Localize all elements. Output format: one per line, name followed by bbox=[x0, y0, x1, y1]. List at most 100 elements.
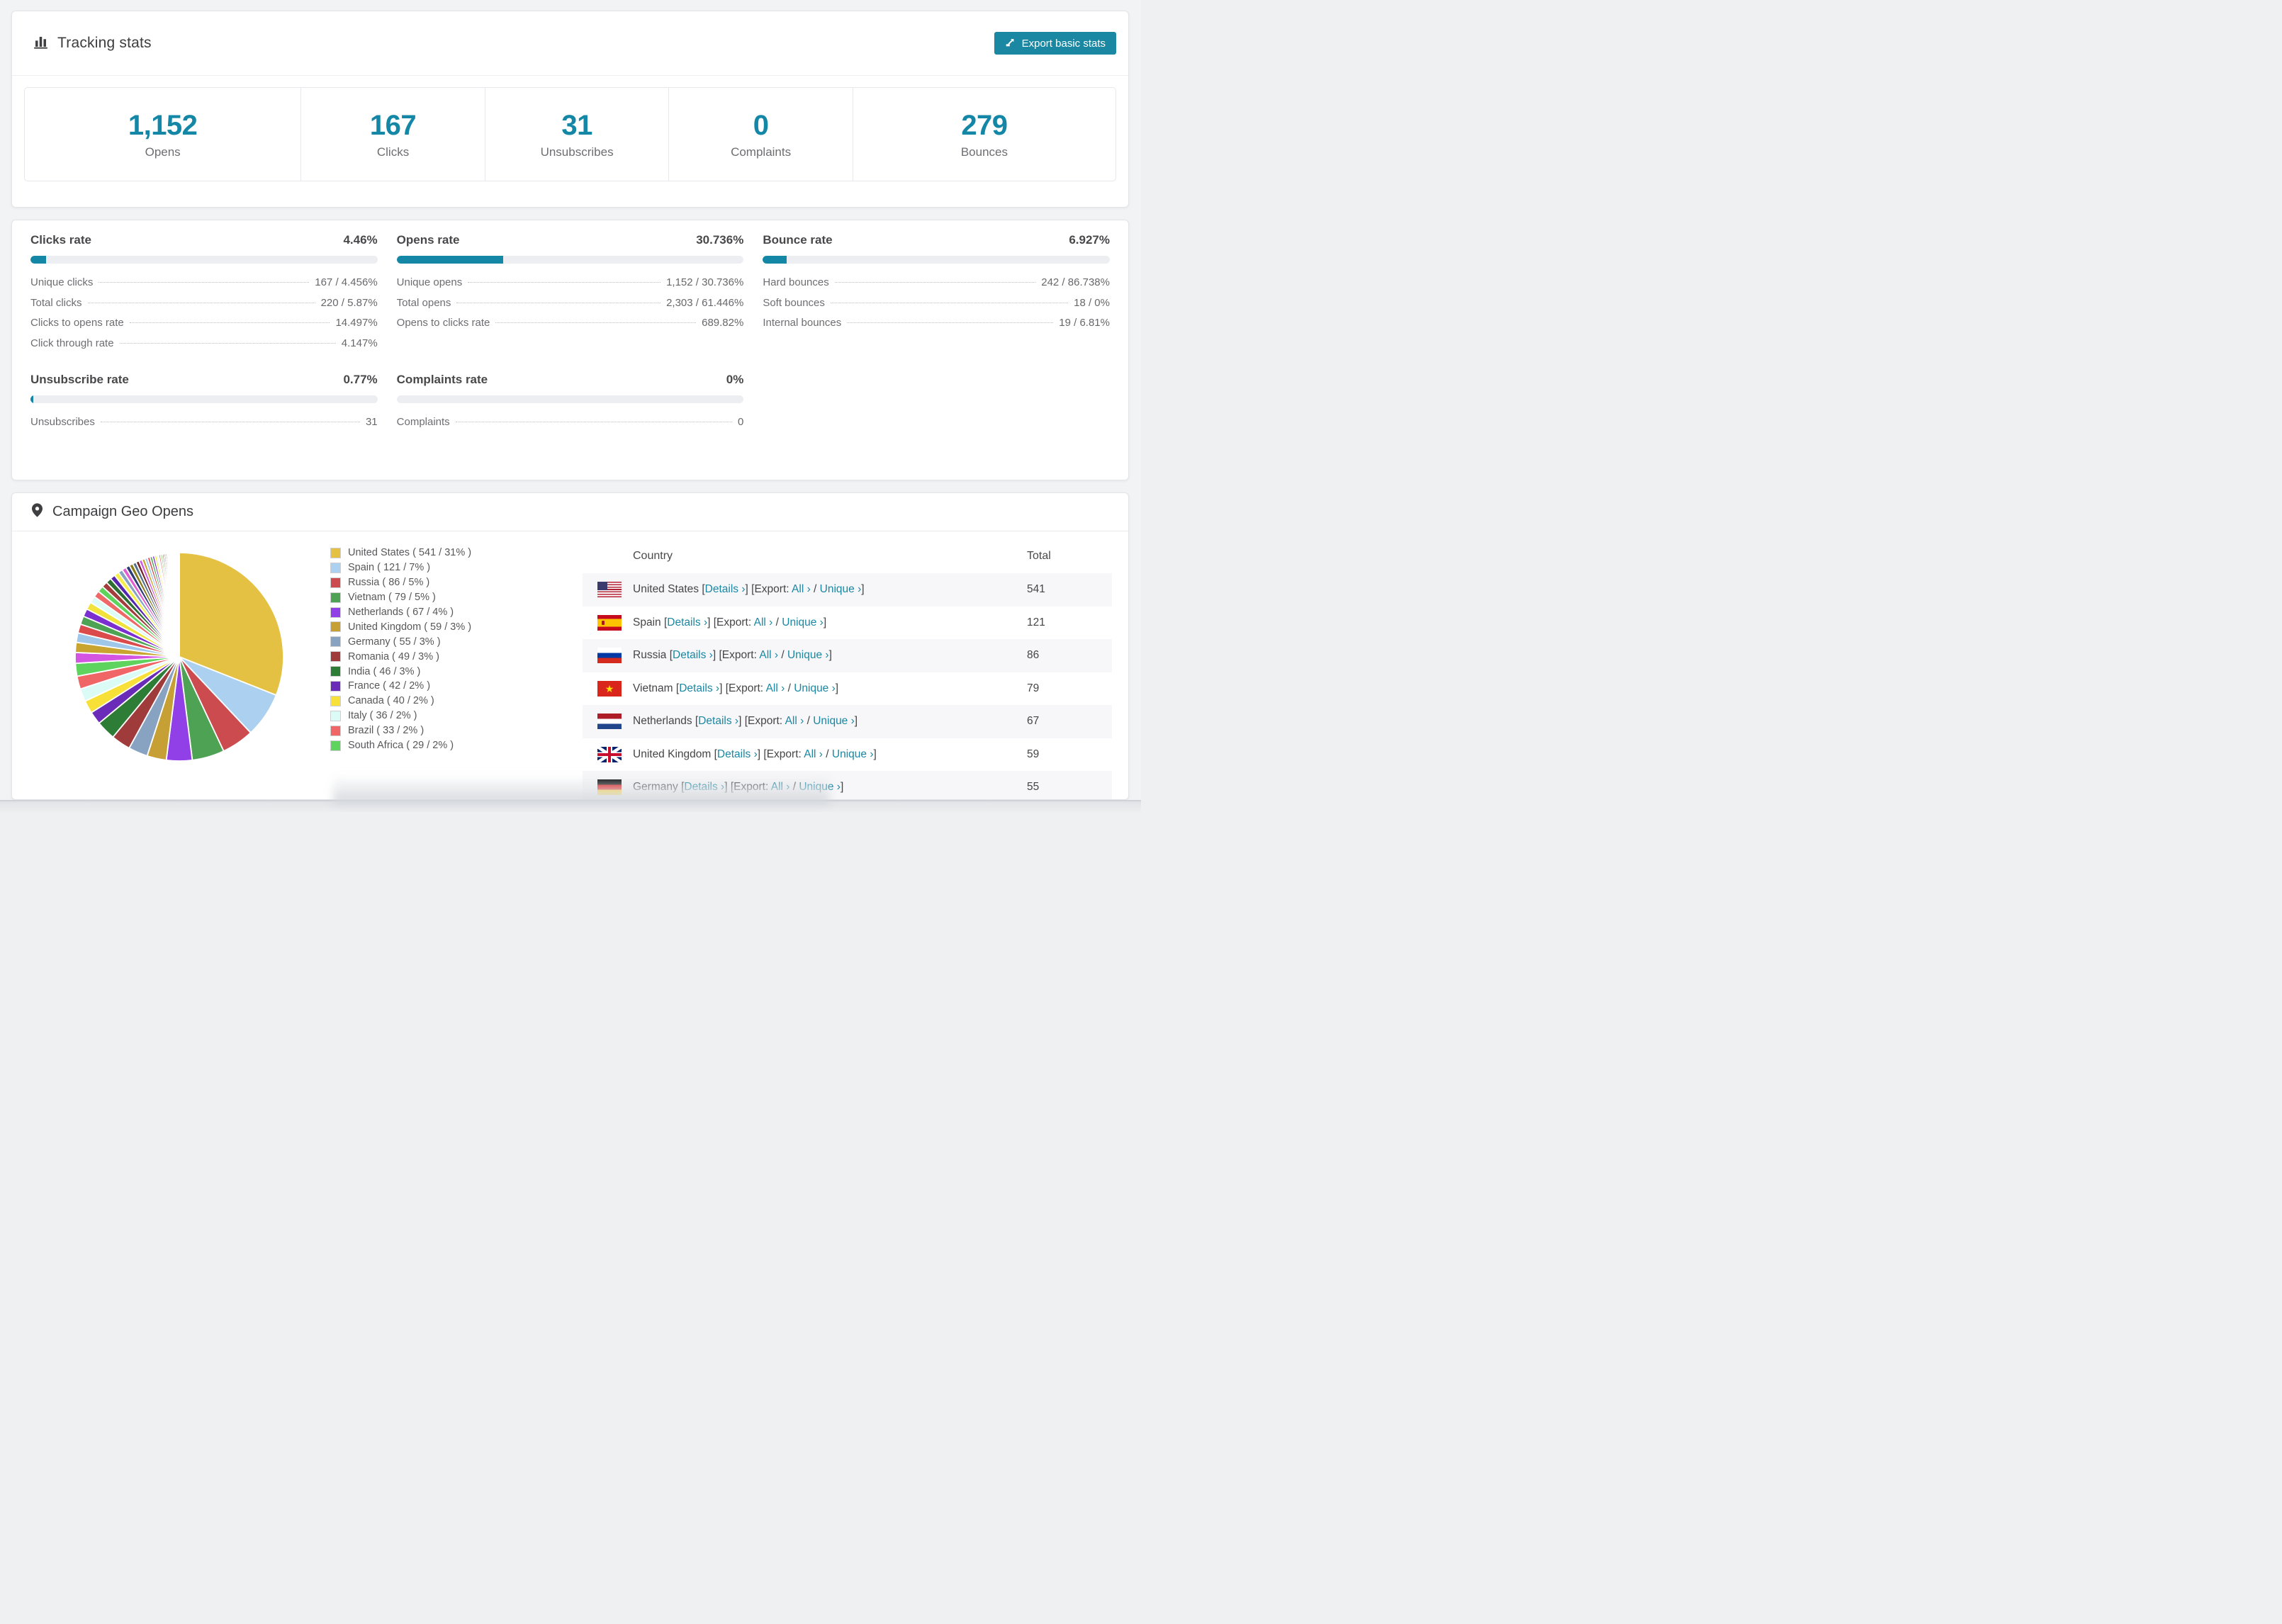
bracket: ] bbox=[719, 682, 726, 694]
geo-table-row: Spain [Details ›] [Export: All › / Uniqu… bbox=[583, 607, 1112, 640]
rate-row-value: 1,152 / 30.736% bbox=[666, 276, 744, 288]
export-all-link[interactable]: All › bbox=[771, 781, 790, 793]
legend-item[interactable]: Romania ( 49 / 3% ) bbox=[330, 649, 471, 664]
total-cell: 86 bbox=[1027, 649, 1040, 662]
legend-swatch bbox=[330, 680, 341, 692]
export-unique-link[interactable]: Unique › bbox=[820, 583, 862, 595]
total-cell: 121 bbox=[1027, 616, 1045, 628]
rate-row-label: Total opens bbox=[396, 296, 451, 309]
rates-grid: Clicks rate 4.46% Unique clicks 167 / 4.456… bbox=[12, 220, 1128, 436]
legend-label: United Kingdom ( 59 / 3% ) bbox=[348, 621, 472, 633]
details-link[interactable]: Details › bbox=[705, 583, 746, 595]
rate-row: Unsubscribes 31 bbox=[30, 416, 378, 436]
export-prefix: [Export: bbox=[719, 649, 760, 662]
total-cell: 67 bbox=[1027, 715, 1040, 728]
geo-pie-legend: United States ( 541 / 31% ) Spain ( 121 /… bbox=[330, 546, 471, 752]
export-all-link[interactable]: All › bbox=[754, 616, 773, 628]
export-prefix: [Export: bbox=[751, 583, 792, 596]
rate-rows: Unique clicks 167 / 4.456% Total clicks 220… bbox=[30, 276, 378, 357]
country-cell: United Kingdom [Details ›] [Export: All … bbox=[633, 748, 1027, 761]
export-unique-link[interactable]: Unique › bbox=[794, 682, 836, 694]
export-all-link[interactable]: All › bbox=[792, 583, 811, 595]
export-icon bbox=[1005, 37, 1016, 50]
total-column-header: Total bbox=[1027, 549, 1051, 562]
details-link[interactable]: Details › bbox=[717, 748, 758, 760]
details-link[interactable]: Details › bbox=[684, 781, 724, 793]
de-flag-icon bbox=[597, 779, 622, 796]
legend-label: Romania ( 49 / 3% ) bbox=[348, 650, 439, 662]
rate-head: Clicks rate 4.46% bbox=[30, 233, 378, 247]
legend-item[interactable]: Russia ( 86 / 5% ) bbox=[330, 575, 471, 590]
legend-item[interactable]: South Africa ( 29 / 2% ) bbox=[330, 738, 471, 753]
export-unique-link[interactable]: Unique › bbox=[799, 781, 841, 793]
export-all-link[interactable]: All › bbox=[766, 682, 785, 694]
export-prefix: [Export: bbox=[725, 682, 766, 694]
export-unique-link[interactable]: Unique › bbox=[787, 649, 829, 661]
bracket: ] bbox=[854, 715, 858, 728]
rate-head: Unsubscribe rate 0.77% bbox=[30, 373, 378, 387]
country-name: Spain bbox=[633, 616, 664, 628]
export-all-link[interactable]: All › bbox=[785, 715, 804, 727]
export-unique-link[interactable]: Unique › bbox=[782, 616, 824, 628]
details-link[interactable]: Details › bbox=[667, 616, 707, 628]
legend-item[interactable]: Vietnam ( 79 / 5% ) bbox=[330, 590, 471, 605]
legend-item[interactable]: Netherlands ( 67 / 4% ) bbox=[330, 605, 471, 620]
legend-item[interactable]: United Kingdom ( 59 / 3% ) bbox=[330, 619, 471, 634]
details-link[interactable]: Details › bbox=[698, 715, 738, 727]
rate-row-value: 0 bbox=[737, 416, 744, 428]
legend-item[interactable]: France ( 42 / 2% ) bbox=[330, 679, 471, 694]
rate-row: Total clicks 220 / 5.87% bbox=[30, 297, 378, 317]
rate-block: Bounce rate 6.927% Hard bounces 242 / 86.73… bbox=[763, 233, 1110, 357]
geo-table-header: Country Total bbox=[583, 538, 1112, 573]
legend-label: India ( 46 / 3% ) bbox=[348, 665, 421, 677]
rate-row-label: Unique clicks bbox=[30, 276, 94, 288]
legend-item[interactable]: Spain ( 121 / 7% ) bbox=[330, 560, 471, 575]
rate-row-value: 689.82% bbox=[702, 317, 744, 329]
legend-item[interactable]: Brazil ( 33 / 2% ) bbox=[330, 723, 471, 738]
country-cell: Spain [Details ›] [Export: All › / Uniqu… bbox=[633, 616, 1027, 629]
gb-flag-icon bbox=[597, 746, 622, 762]
rate-row: Soft bounces 18 / 0% bbox=[763, 297, 1110, 317]
rate-row-value: 19 / 6.81% bbox=[1059, 317, 1110, 329]
export-all-link[interactable]: All › bbox=[804, 748, 823, 760]
export-prefix: [Export: bbox=[730, 781, 771, 794]
legend-swatch bbox=[330, 562, 341, 573]
export-button-label: Export basic stats bbox=[1021, 37, 1106, 50]
legend-item[interactable]: Germany ( 55 / 3% ) bbox=[330, 634, 471, 649]
legend-swatch bbox=[330, 740, 341, 751]
country-name: Germany bbox=[633, 781, 682, 794]
export-prefix: [Export: bbox=[744, 715, 785, 728]
export-unique-link[interactable]: Unique › bbox=[813, 715, 855, 727]
total-cell: 59 bbox=[1027, 748, 1040, 760]
rate-row: Unique clicks 167 / 4.456% bbox=[30, 276, 378, 297]
rate-row-value: 14.497% bbox=[335, 317, 378, 329]
export-all-link[interactable]: All › bbox=[759, 649, 778, 661]
rate-row-value: 31 bbox=[365, 416, 378, 428]
summary-cell: 167 Clicks bbox=[300, 88, 485, 181]
legend-item[interactable]: Italy ( 36 / 2% ) bbox=[330, 709, 471, 723]
geo-table-row: Germany [Details ›] [Export: All › / Uni… bbox=[583, 771, 1112, 799]
export-basic-stats-button[interactable]: Export basic stats bbox=[994, 32, 1116, 55]
rate-title: Bounce rate bbox=[763, 233, 833, 247]
rate-row-value: 18 / 0% bbox=[1074, 296, 1110, 309]
country-name: Netherlands bbox=[633, 715, 695, 728]
country-cell: Germany [Details ›] [Export: All › / Uni… bbox=[633, 781, 1027, 794]
country-cell: Netherlands [Details ›] [Export: All › /… bbox=[633, 715, 1027, 728]
country-cell: Vietnam [Details ›] [Export: All › / Uni… bbox=[633, 682, 1027, 695]
country-name: United States bbox=[633, 583, 702, 596]
export-unique-link[interactable]: Unique › bbox=[832, 748, 874, 760]
legend-label: Germany ( 55 / 3% ) bbox=[348, 636, 441, 648]
rate-row-value: 220 / 5.87% bbox=[320, 296, 378, 309]
legend-item[interactable]: Canada ( 40 / 2% ) bbox=[330, 694, 471, 709]
rate-row: Total opens 2,303 / 61.446% bbox=[397, 297, 744, 317]
details-link[interactable]: Details › bbox=[673, 649, 713, 661]
legend-item[interactable]: United States ( 541 / 31% ) bbox=[330, 546, 471, 560]
rate-rows: Unique opens 1,152 / 30.736% Total opens 2,… bbox=[397, 276, 744, 337]
tracking-stats-card: Tracking stats Export basic stats 1,152 O… bbox=[11, 11, 1129, 208]
geo-pie-chart[interactable] bbox=[74, 551, 285, 762]
bracket: ] bbox=[724, 781, 731, 794]
rate-block: Opens rate 30.736% Unique opens 1,152 / 30.… bbox=[396, 233, 744, 357]
details-link[interactable]: Details › bbox=[679, 682, 719, 694]
legend-item[interactable]: India ( 46 / 3% ) bbox=[330, 664, 471, 679]
rate-block: Clicks rate 4.46% Unique clicks 167 / 4.456… bbox=[30, 233, 378, 357]
